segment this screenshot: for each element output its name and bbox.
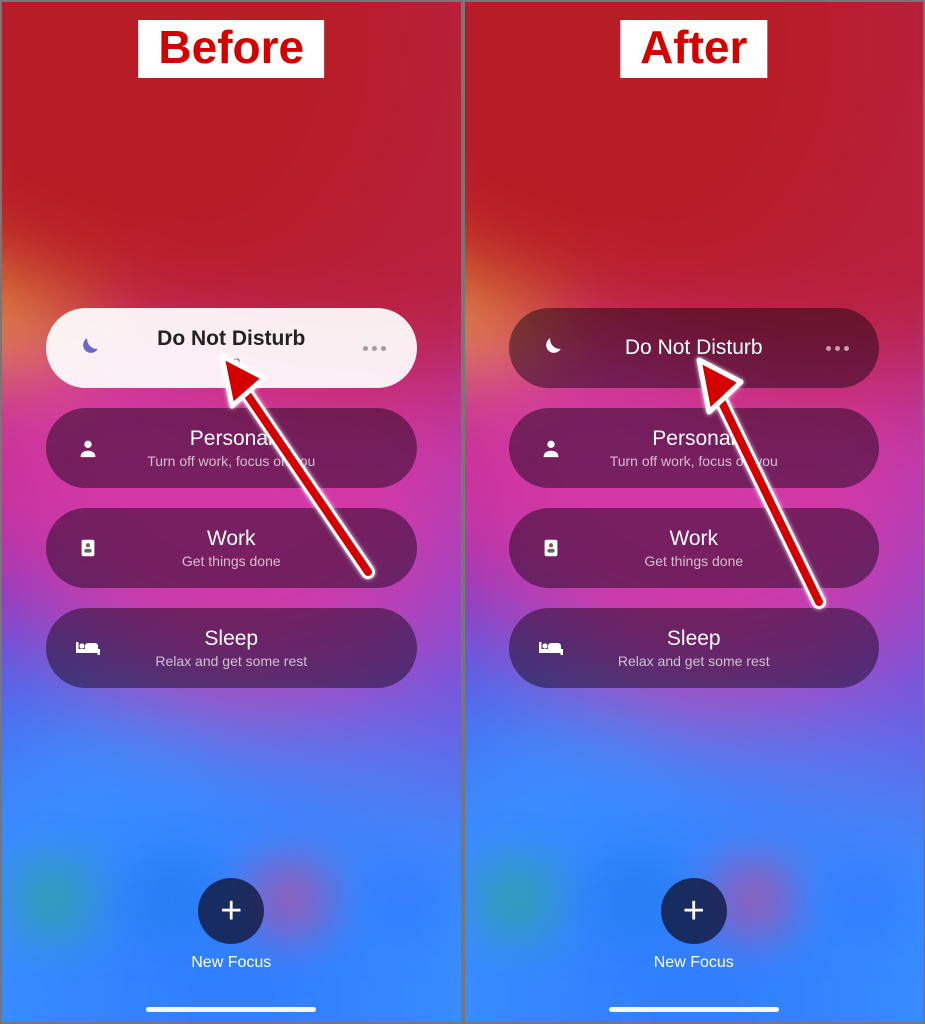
focus-item-subtitle: Turn off work, focus on you [569, 453, 820, 469]
more-options-icon[interactable] [819, 346, 855, 351]
new-focus-label: New Focus [191, 954, 271, 972]
new-focus-label: New Focus [654, 954, 734, 972]
focus-item-work[interactable]: Work Get things done [46, 508, 417, 588]
badge-icon [533, 537, 569, 559]
focus-item-text: Sleep Relax and get some rest [106, 627, 357, 669]
focus-item-text: Personal Turn off work, focus on you [569, 427, 820, 469]
annotation-label-before: Before [138, 20, 324, 78]
focus-item-status: On [106, 353, 357, 369]
focus-item-text: Personal Turn off work, focus on you [106, 427, 357, 469]
focus-item-subtitle: Get things done [106, 553, 357, 569]
home-indicator[interactable] [146, 1007, 316, 1012]
focus-item-subtitle: Relax and get some rest [106, 653, 357, 669]
moon-icon [70, 335, 106, 361]
focus-item-subtitle: Relax and get some rest [569, 653, 820, 669]
person-icon [533, 437, 569, 459]
focus-item-text: Work Get things done [569, 527, 820, 569]
focus-item-title: Sleep [106, 627, 357, 651]
badge-icon [70, 537, 106, 559]
focus-item-title: Sleep [569, 627, 820, 651]
new-focus: + New Focus [654, 878, 734, 972]
panel-after: After Do Not Disturb Personal Turn off w… [463, 0, 925, 1024]
bed-icon [533, 638, 569, 658]
panel-before: Before Do Not Disturb On Personal Turn o… [0, 0, 463, 1024]
focus-item-text: Sleep Relax and get some rest [569, 627, 820, 669]
focus-item-sleep[interactable]: Sleep Relax and get some rest [46, 608, 417, 688]
focus-item-subtitle: Turn off work, focus on you [106, 453, 357, 469]
annotation-label-after: After [620, 20, 767, 78]
focus-mode-list: Do Not Disturb Personal Turn off work, f… [509, 308, 880, 688]
new-focus: + New Focus [191, 878, 271, 972]
focus-item-title: Do Not Disturb [106, 327, 357, 351]
more-options-icon[interactable] [357, 346, 393, 351]
focus-item-text: Do Not Disturb [569, 336, 820, 360]
focus-item-title: Work [569, 527, 820, 551]
focus-item-do-not-disturb[interactable]: Do Not Disturb On [46, 308, 417, 388]
focus-item-text: Work Get things done [106, 527, 357, 569]
new-focus-button[interactable]: + [198, 878, 264, 944]
focus-item-subtitle: Get things done [569, 553, 820, 569]
focus-item-title: Personal [569, 427, 820, 451]
home-indicator[interactable] [609, 1007, 779, 1012]
focus-item-personal[interactable]: Personal Turn off work, focus on you [509, 408, 880, 488]
moon-icon [533, 335, 569, 361]
focus-item-personal[interactable]: Personal Turn off work, focus on you [46, 408, 417, 488]
focus-item-title: Do Not Disturb [569, 336, 820, 360]
new-focus-button[interactable]: + [661, 878, 727, 944]
focus-item-do-not-disturb[interactable]: Do Not Disturb [509, 308, 880, 388]
focus-item-sleep[interactable]: Sleep Relax and get some rest [509, 608, 880, 688]
person-icon [70, 437, 106, 459]
focus-mode-list: Do Not Disturb On Personal Turn off work… [46, 308, 417, 688]
focus-item-title: Personal [106, 427, 357, 451]
focus-item-text: Do Not Disturb On [106, 327, 357, 369]
focus-item-work[interactable]: Work Get things done [509, 508, 880, 588]
bed-icon [70, 638, 106, 658]
focus-item-title: Work [106, 527, 357, 551]
